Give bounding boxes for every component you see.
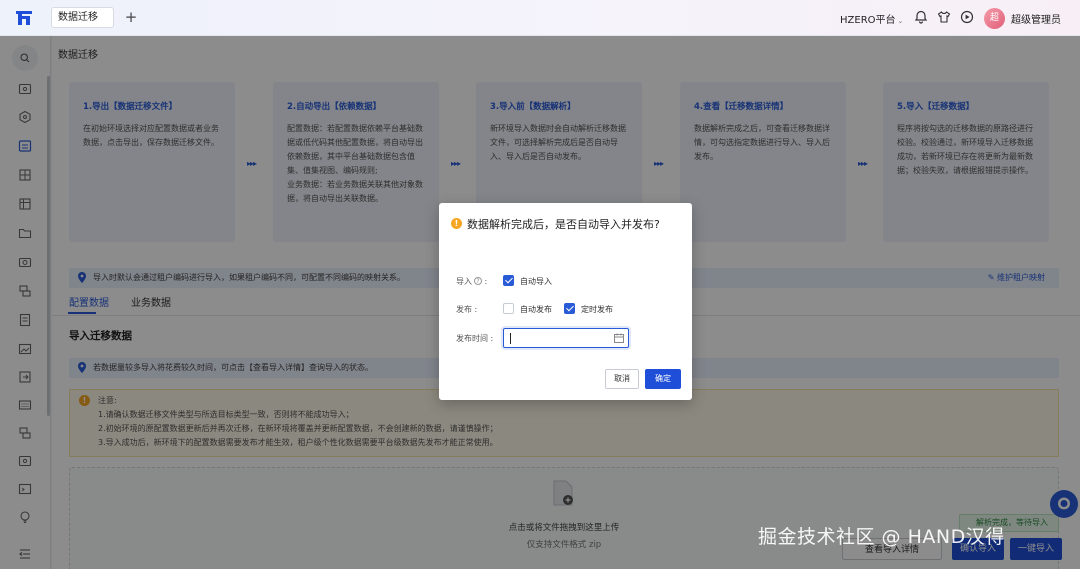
- auto-publish-label: 自动发布: [520, 305, 552, 314]
- avatar[interactable]: 超: [984, 8, 1005, 29]
- auto-import-dialog: ! 数据解析完成后，是否自动导入并发布? 导入? : 自动导入 发布 : 自动发…: [439, 203, 692, 400]
- add-tab-button[interactable]: +: [123, 8, 139, 26]
- tab-data-migration[interactable]: 数据迁移: [51, 7, 114, 28]
- auto-import-checkbox[interactable]: [503, 275, 514, 286]
- bell-icon[interactable]: [914, 10, 928, 24]
- publish-label: 发布: [456, 305, 472, 314]
- publish-time-field-label: 发布时间 :: [456, 334, 494, 343]
- import-field-label: 导入? :: [456, 277, 488, 286]
- help-icon[interactable]: ?: [474, 277, 482, 285]
- platform-selector[interactable]: HZERO平台 ⌄: [840, 11, 903, 26]
- publish-field-label: 发布 :: [456, 305, 478, 314]
- shirt-icon[interactable]: [937, 10, 951, 24]
- cancel-button[interactable]: 取消: [605, 369, 639, 389]
- scheduled-publish-label: 定时发布: [581, 305, 613, 314]
- app-logo[interactable]: [14, 8, 34, 28]
- platform-label: HZERO平台: [840, 15, 896, 26]
- auto-publish-checkbox[interactable]: [503, 303, 514, 314]
- ok-button[interactable]: 确定: [645, 369, 681, 389]
- dialog-title: 数据解析完成后，是否自动导入并发布?: [467, 218, 660, 231]
- auto-import-label: 自动导入: [520, 277, 552, 286]
- top-bar: 数据迁移 + HZERO平台 ⌄ 超 超级管理员: [0, 0, 1080, 36]
- publish-time-input[interactable]: [503, 328, 629, 348]
- import-label: 导入: [456, 277, 472, 286]
- play-circle-icon[interactable]: [960, 10, 974, 24]
- chevron-down-icon: ⌄: [897, 17, 904, 25]
- watermark: 掘金技术社区 @ HAND汉得: [758, 526, 1005, 548]
- text-cursor: [510, 333, 511, 344]
- username[interactable]: 超级管理员: [1011, 11, 1061, 26]
- calendar-icon[interactable]: [614, 333, 624, 343]
- publish-time-label: 发布时间: [456, 334, 488, 343]
- scheduled-publish-checkbox[interactable]: [564, 303, 575, 314]
